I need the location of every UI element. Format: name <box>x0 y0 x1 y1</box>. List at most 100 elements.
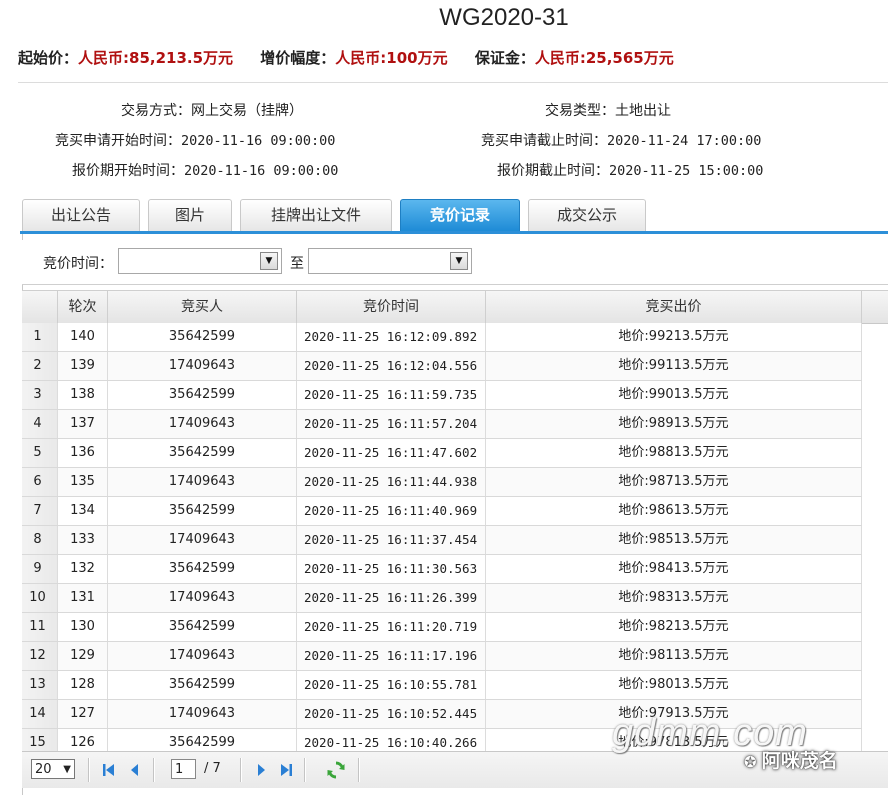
apply-end-label: 竞买申请截止时间： <box>481 133 607 149</box>
brand-name: 阿咪茂名 <box>761 750 838 772</box>
from-dropdown-button[interactable]: ▼ <box>260 252 278 270</box>
trade-method-row: 交易方式：网上交易（挂牌） <box>121 100 303 120</box>
round-cell: 137 <box>58 410 108 438</box>
quote-end-value: 2020-11-25 15:00:00 <box>609 163 764 179</box>
refresh-icon[interactable] <box>326 760 346 780</box>
row-index: 1 <box>22 323 58 351</box>
bid-price-cell: 地价:99213.5万元 <box>486 323 862 351</box>
column-header-bid-time[interactable]: 竞价时间 <box>297 291 486 323</box>
bid-time-to-input[interactable]: ▼ <box>308 248 472 274</box>
row-index: 10 <box>22 584 58 612</box>
bid-price-cell: 地价:99013.5万元 <box>486 381 862 409</box>
next-page-icon[interactable] <box>252 761 270 779</box>
table-row[interactable]: 10 131 17409643 2020-11-25 16:11:26.399 地价:9… <box>22 584 862 613</box>
column-header-round[interactable]: 轮次 <box>58 291 108 323</box>
column-header-bidder[interactable]: 竞买人 <box>108 291 297 323</box>
bid-time-cell: 2020-11-25 16:10:52.445 <box>297 700 486 728</box>
bid-time-cell: 2020-11-25 16:11:17.196 <box>297 642 486 670</box>
bidder-cell: 35642599 <box>108 381 297 409</box>
row-index: 5 <box>22 439 58 467</box>
bid-time-cell: 2020-11-25 16:10:55.781 <box>297 671 486 699</box>
round-cell: 140 <box>58 323 108 351</box>
round-cell: 136 <box>58 439 108 467</box>
bid-time-cell: 2020-11-25 16:12:04.556 <box>297 352 486 380</box>
chevron-down-icon: ▼ <box>63 764 71 775</box>
table-row[interactable]: 12 129 17409643 2020-11-25 16:11:17.196 地价:9… <box>22 642 862 671</box>
header-divider <box>18 82 888 83</box>
bidder-cell: 35642599 <box>108 323 297 351</box>
bidder-cell: 35642599 <box>108 555 297 583</box>
apply-start-value: 2020-11-16 09:00:00 <box>181 133 336 149</box>
bidder-cell: 17409643 <box>108 410 297 438</box>
row-index: 7 <box>22 497 58 525</box>
page-size-select[interactable]: 20 ▼ <box>31 759 75 779</box>
tab-listing-documents[interactable]: 挂牌出让文件 <box>240 199 392 231</box>
table-header: 轮次 竞买人 竞价时间 竞买出价 <box>22 290 888 324</box>
to-dropdown-button[interactable]: ▼ <box>450 252 468 270</box>
tab-bid-records[interactable]: 竞价记录 <box>400 199 520 231</box>
bid-time-cell: 2020-11-25 16:11:26.399 <box>297 584 486 612</box>
brand-watermark: ✪ 阿咪茂名 <box>744 746 838 773</box>
table-row[interactable]: 6 135 17409643 2020-11-25 16:11:44.938 地价:98… <box>22 468 862 497</box>
bid-price-cell: 地价:98113.5万元 <box>486 642 862 670</box>
table-row[interactable]: 9 132 35642599 2020-11-25 16:11:30.563 地价:98… <box>22 555 862 584</box>
last-page-icon[interactable] <box>277 761 295 779</box>
round-cell: 135 <box>58 468 108 496</box>
row-index: 6 <box>22 468 58 496</box>
round-cell: 129 <box>58 642 108 670</box>
bid-price-cell: 地价:98413.5万元 <box>486 555 862 583</box>
column-header-bid-price[interactable]: 竞买出价 <box>486 291 862 323</box>
chevron-down-icon: ▼ <box>455 256 463 266</box>
table-row[interactable]: 5 136 35642599 2020-11-25 16:11:47.602 地价:98… <box>22 439 862 468</box>
bid-time-cell: 2020-11-25 16:11:40.969 <box>297 497 486 525</box>
table-row[interactable]: 7 134 35642599 2020-11-25 16:11:40.969 地价:98… <box>22 497 862 526</box>
tab-deal-notice[interactable]: 成交公示 <box>528 199 646 231</box>
table-row[interactable]: 8 133 17409643 2020-11-25 16:11:37.454 地价:98… <box>22 526 862 555</box>
column-header-index <box>22 291 58 323</box>
wechat-logo-icon <box>742 748 743 749</box>
apply-end-row: 竞买申请截止时间：2020-11-24 17:00:00 <box>481 130 761 150</box>
bid-price-cell: 地价:98513.5万元 <box>486 526 862 554</box>
row-index: 11 <box>22 613 58 641</box>
table-row[interactable]: 4 137 17409643 2020-11-25 16:11:57.204 地价:98… <box>22 410 862 439</box>
bid-time-from-input[interactable]: ▼ <box>118 248 282 274</box>
bidder-cell: 35642599 <box>108 671 297 699</box>
trade-type-label: 交易类型： <box>545 103 615 119</box>
prev-page-icon[interactable] <box>126 761 144 779</box>
trade-type-row: 交易类型：土地出让 <box>545 100 671 120</box>
bidder-cell: 17409643 <box>108 526 297 554</box>
pager-separator <box>240 758 242 782</box>
first-page-icon[interactable] <box>100 761 118 779</box>
round-cell: 130 <box>58 613 108 641</box>
tab-announcement[interactable]: 出让公告 <box>22 199 140 231</box>
bid-price-cell: 地价:98213.5万元 <box>486 613 862 641</box>
round-cell: 127 <box>58 700 108 728</box>
table-row[interactable]: 13 128 35642599 2020-11-25 16:10:55.781 地价:9… <box>22 671 862 700</box>
deposit-value: 人民币:25,565万元 <box>534 49 674 67</box>
chevron-down-icon: ▼ <box>265 256 273 266</box>
bid-time-cell: 2020-11-25 16:11:20.719 <box>297 613 486 641</box>
start-price-value: 人民币:85,213.5万元 <box>78 49 234 67</box>
bid-price-cell: 地价:98913.5万元 <box>486 410 862 438</box>
bid-price-cell: 地价:98813.5万元 <box>486 439 862 467</box>
quote-end-row: 报价期截止时间：2020-11-25 15:00:00 <box>497 160 763 180</box>
price-summary: 起始价：人民币:85,213.5万元 增价幅度：人民币:100万元 保证金：人民… <box>18 47 696 68</box>
wechat-icon: ✪ <box>744 753 762 771</box>
to-label: 至 <box>290 256 304 272</box>
table-row[interactable]: 3 138 35642599 2020-11-25 16:11:59.735 地价:99… <box>22 381 862 410</box>
tab-bar: 出让公告 图片 挂牌出让文件 竞价记录 成交公示 <box>20 199 888 232</box>
table-row[interactable]: 11 130 35642599 2020-11-25 16:11:20.719 地价:9… <box>22 613 862 642</box>
pager-separator <box>88 758 90 782</box>
table-row[interactable]: 2 139 17409643 2020-11-25 16:12:04.556 地价:99… <box>22 352 862 381</box>
apply-start-row: 竞买申请开始时间：2020-11-16 09:00:00 <box>55 130 335 150</box>
current-page-input[interactable]: 1 <box>171 759 196 779</box>
round-cell: 128 <box>58 671 108 699</box>
trade-method-label: 交易方式： <box>121 103 191 119</box>
bidder-cell: 17409643 <box>108 468 297 496</box>
tab-pictures[interactable]: 图片 <box>148 199 232 231</box>
table-row[interactable]: 1 140 35642599 2020-11-25 16:12:09.892 地价:99… <box>22 323 862 352</box>
pager-separator <box>358 758 360 782</box>
bid-time-label: 竞价时间： <box>43 256 113 272</box>
bid-time-cell: 2020-11-25 16:11:47.602 <box>297 439 486 467</box>
row-index: 3 <box>22 381 58 409</box>
